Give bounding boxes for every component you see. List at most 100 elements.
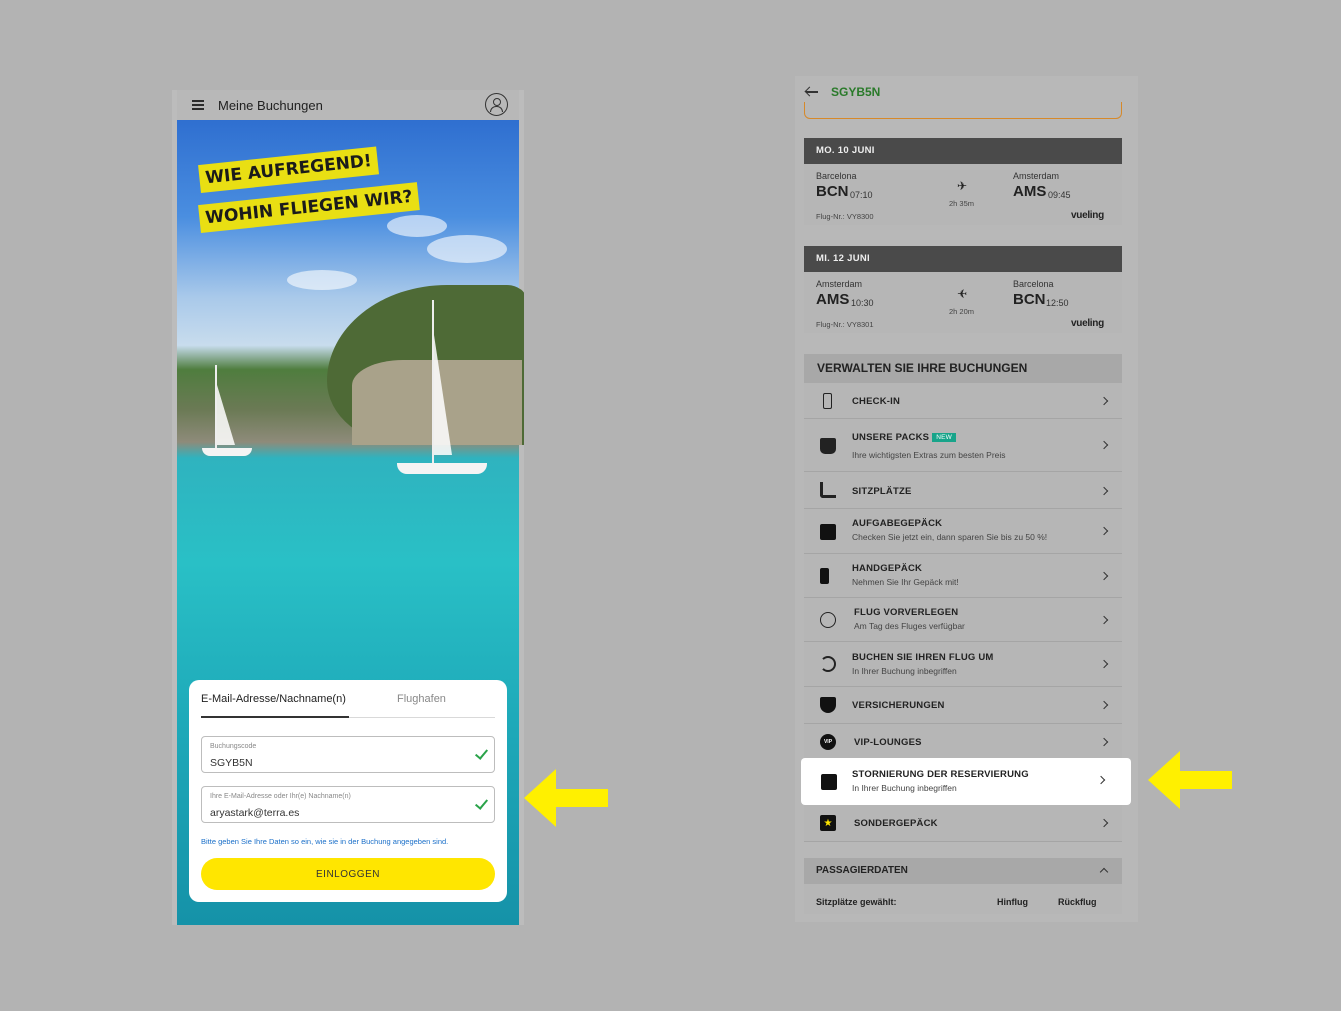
- login-button[interactable]: EINLOGGEN: [201, 858, 495, 890]
- origin-code: AMS: [816, 291, 850, 308]
- chevron-right-icon: [1099, 737, 1109, 747]
- vip-icon: VIP: [820, 734, 836, 750]
- destination-code: AMS: [1013, 183, 1047, 200]
- booking-code-title: SGYB5N: [831, 85, 881, 99]
- menu-item-title: SONDERGEPÄCK: [854, 818, 938, 829]
- chevron-right-icon: [1099, 440, 1109, 450]
- chevron-right-icon: [1099, 818, 1109, 828]
- shield-icon: [820, 697, 836, 713]
- tab-email[interactable]: E-Mail-Adresse/Nachname(n): [201, 690, 349, 718]
- detail-header: SGYB5N: [795, 76, 1138, 108]
- menu-item-check-in[interactable]: CHECK-IN: [804, 383, 1122, 419]
- page-title: Meine Buchungen: [218, 97, 323, 113]
- menu-item-title: HANDGEPÄCK: [852, 563, 923, 574]
- chevron-up-icon: [1099, 867, 1109, 877]
- hand-luggage-icon: [820, 568, 829, 584]
- menu-item-seats[interactable]: SITZPLÄTZE: [804, 472, 1122, 509]
- seats-label: Sitzplätze gewählt:: [816, 897, 897, 907]
- profile-icon[interactable]: [485, 93, 508, 116]
- airline-logo: vueling: [1071, 318, 1104, 329]
- arrival-time: 12:50: [1046, 298, 1069, 308]
- flight-number: Flug-Nr.: VY8300: [816, 212, 874, 221]
- phone-icon: [823, 393, 832, 409]
- passenger-title[interactable]: PASSAGIERDATEN: [804, 858, 1122, 884]
- tab-airport[interactable]: Flughafen: [397, 690, 446, 718]
- menu-item-title: FLUG VORVERLEGEN: [854, 607, 959, 618]
- menu-item-subtitle: Am Tag des Fluges verfügbar: [854, 621, 965, 631]
- menu-item-vip-lounges[interactable]: VIP VIP-LOUNGES: [804, 724, 1122, 760]
- menu-item-title: UNSERE PACKS NEW: [852, 432, 956, 443]
- check-icon: [474, 796, 489, 810]
- menu-item-title: AUFGABEGEPÄCK: [852, 518, 943, 529]
- chevron-right-icon: [1099, 571, 1109, 581]
- return-column: Rückflug: [1058, 897, 1097, 907]
- menu-item-rebook[interactable]: BUCHEN SIE IHREN FLUG UM In Ihrer Buchun…: [804, 642, 1122, 687]
- login-screen: Meine Buchungen WIE AUFREGEND! WOHIN FLI…: [172, 90, 524, 925]
- menu-item-checked-baggage[interactable]: AUFGABEGEPÄCK Checken Sie jetzt ein, dan…: [804, 509, 1122, 554]
- flight-duration: 2h 20m: [949, 307, 975, 316]
- chevron-right-icon: [1096, 775, 1106, 785]
- origin-city: Amsterdam: [816, 279, 863, 289]
- origin-code: BCN: [816, 183, 849, 200]
- arrow-annotation-right: [1148, 751, 1234, 809]
- passenger-section: PASSAGIERDATEN Sitzplätze gewählt: Hinfl…: [804, 858, 1122, 914]
- form-hint: Bitte geben Sie Ihre Daten so ein, wie s…: [201, 837, 449, 846]
- destination-code: BCN: [1013, 291, 1046, 308]
- booking-code-label: Buchungscode: [210, 743, 257, 750]
- menu-item-title: SITZPLÄTZE: [852, 486, 912, 497]
- chevron-right-icon: [1099, 526, 1109, 536]
- arrival-time: 09:45: [1048, 190, 1071, 200]
- menu-item-subtitle: Ihre wichtigsten Extras zum besten Preis: [852, 450, 1006, 460]
- destination-city: Barcelona: [1013, 279, 1054, 289]
- rebook-icon: [820, 656, 836, 672]
- special-luggage-icon: ★: [820, 815, 836, 831]
- airline-logo: vueling: [1071, 210, 1104, 221]
- app-header: Meine Buchungen: [177, 90, 519, 120]
- email-label: Ihre E-Mail-Adresse oder Ihr(e) Nachname…: [210, 793, 351, 800]
- new-badge: NEW: [932, 433, 956, 442]
- menu-item-subtitle: In Ihrer Buchung inbegriffen: [852, 783, 957, 793]
- menu-item-insurance[interactable]: VERSICHERUNGEN: [804, 687, 1122, 724]
- login-tabs: E-Mail-Adresse/Nachname(n) Flughafen: [201, 690, 495, 718]
- menu-item-title: CHECK-IN: [852, 396, 901, 407]
- menu-item-title: BUCHEN SIE IHREN FLUG UM: [852, 652, 994, 663]
- flight-date: MI. 12 JUNI: [804, 246, 1122, 272]
- menu-item-title: STORNIERUNG DER RESERVIERUNG: [852, 769, 1029, 780]
- cancel-booking-icon: [821, 774, 837, 790]
- seats-row: Sitzplätze gewählt: Hinflug Rückflug: [804, 884, 1122, 914]
- menu-item-subtitle: Nehmen Sie Ihr Gepäck mit!: [852, 577, 959, 587]
- outbound-column: Hinflug: [997, 897, 1028, 907]
- origin-city: Barcelona: [816, 171, 857, 181]
- menu-item-packs[interactable]: UNSERE PACKS NEW Ihre wichtigsten Extras …: [804, 419, 1122, 472]
- email-field[interactable]: Ihre E-Mail-Adresse oder Ihr(e) Nachname…: [201, 786, 495, 823]
- flight-number: Flug-Nr.: VY8301: [816, 320, 874, 329]
- email-value: aryastark@terra.es: [210, 807, 300, 819]
- menu-item-earlier-flight[interactable]: FLUG VORVERLEGEN Am Tag des Fluges verfü…: [804, 598, 1122, 642]
- chevron-right-icon: [1099, 615, 1109, 625]
- menu-item-title: VERSICHERUNGEN: [852, 700, 945, 711]
- destination-city: Amsterdam: [1013, 171, 1060, 181]
- menu-item-cancel-reservation[interactable]: STORNIERUNG DER RESERVIERUNG In Ihrer Bu…: [801, 758, 1131, 805]
- menu-item-hand-luggage[interactable]: HANDGEPÄCK Nehmen Sie Ihr Gepäck mit!: [804, 554, 1122, 598]
- seat-icon: [820, 482, 836, 498]
- basket-icon: [820, 438, 836, 454]
- suitcase-icon: [820, 524, 836, 540]
- menu-item-title: VIP-LOUNGES: [854, 737, 922, 748]
- back-arrow-icon[interactable]: [805, 87, 819, 97]
- menu-icon[interactable]: [192, 100, 204, 110]
- departure-time: 10:30: [851, 298, 874, 308]
- menu-item-subtitle: Checken Sie jetzt ein, dann sparen Sie b…: [852, 532, 1048, 542]
- flight-card[interactable]: MI. 12 JUNI Amsterdam AMS 10:30 ✈ 2h 20m…: [804, 246, 1122, 333]
- menu-item-special-luggage[interactable]: ★ SONDERGEPÄCK: [804, 805, 1122, 842]
- passenger-title-label: PASSAGIERDATEN: [816, 865, 908, 876]
- clock-icon: [820, 612, 836, 628]
- departure-time: 07:10: [850, 190, 873, 200]
- login-form: E-Mail-Adresse/Nachname(n) Flughafen Buc…: [189, 680, 507, 902]
- booking-code-value: SGYB5N: [210, 757, 253, 769]
- arrow-annotation-left: [524, 769, 610, 827]
- chevron-right-icon: [1099, 700, 1109, 710]
- booking-code-field[interactable]: Buchungscode SGYB5N: [201, 736, 495, 773]
- chevron-right-icon: [1099, 659, 1109, 669]
- flight-date: MO. 10 JUNI: [804, 138, 1122, 164]
- flight-card[interactable]: MO. 10 JUNI Barcelona BCN 07:10 ✈ 2h 35m…: [804, 138, 1122, 225]
